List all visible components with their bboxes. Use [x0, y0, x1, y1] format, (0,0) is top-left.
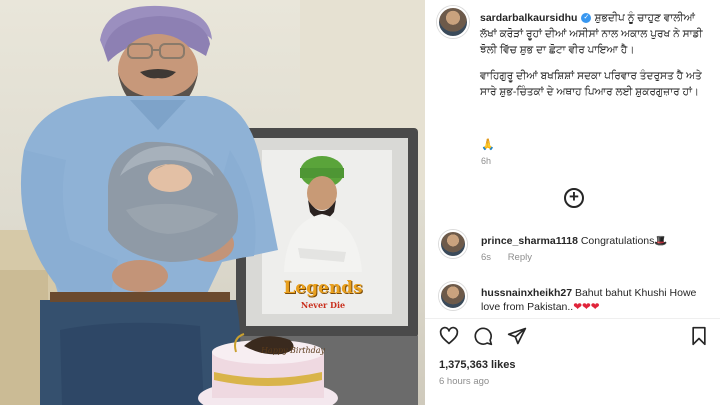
post-action-bar [437, 326, 717, 348]
photo-illustration [0, 0, 425, 405]
comment-time: 6s [481, 252, 492, 263]
commenter-username[interactable]: hussnainxheikh27 [481, 287, 572, 299]
verified-badge-icon: ✓ [581, 13, 592, 24]
heart-emojis: ❤❤❤ [573, 301, 600, 313]
post-caption: sardarbalkaursidhu ✓ ਸ਼ੁਭਦੀਪ ਨੂੰ ਚਾਹੁਣ ਵਾਲ… [480, 10, 712, 110]
poster-title: Legends [283, 278, 363, 298]
cake-topper-text: Happy Birthday [260, 346, 326, 355]
load-more-comments-button[interactable]: + [564, 188, 584, 208]
post-timestamp: 6 hours ago [439, 376, 490, 387]
post-sidebar: sardarbalkaursidhu ✓ ਸ਼ੁਭਦੀਪ ਨੂੰ ਚਾਹੁਣ ਵਾਲ… [425, 0, 720, 405]
bookmark-icon[interactable] [689, 326, 709, 346]
comment-body: prince_sharma1118 Congratulations🎩 [481, 234, 711, 248]
caption-timestamp: 6h [481, 156, 492, 166]
commenter-avatar[interactable] [439, 282, 467, 310]
author-username[interactable]: sardarbalkaursidhu [480, 12, 577, 24]
post-photo[interactable]: Legends Never Die Happy Birthday [0, 0, 425, 405]
likes-count[interactable]: 1,375,363 likes [439, 359, 515, 371]
comment-body: hussnainxheikh27 Bahut bahut Khushi Howe… [481, 286, 711, 314]
comment-text: Congratulations🎩 [580, 235, 668, 247]
praying-hands-emoji: 🙏 [481, 139, 495, 151]
commenter-avatar[interactable] [439, 230, 467, 258]
speech-bubble-icon[interactable] [473, 326, 493, 346]
paper-plane-icon[interactable] [507, 326, 527, 346]
author-avatar[interactable] [437, 6, 469, 38]
caption-paragraph-2: ਵਾਹਿਗੁਰੂ ਦੀਆਂ ਬਖਸ਼ਿਸ਼ਾਂ ਸਦਕਾ ਪਰਿਵਾਰ ਤੰਦਰ… [480, 70, 702, 98]
commenter-username[interactable]: prince_sharma1118 [481, 235, 578, 247]
divider [425, 318, 720, 319]
heart-outline-icon[interactable] [439, 326, 459, 346]
poster-subtitle: Never Die [300, 300, 346, 310]
comment-meta: 6s Reply [481, 252, 546, 263]
reply-button[interactable]: Reply [508, 252, 532, 263]
